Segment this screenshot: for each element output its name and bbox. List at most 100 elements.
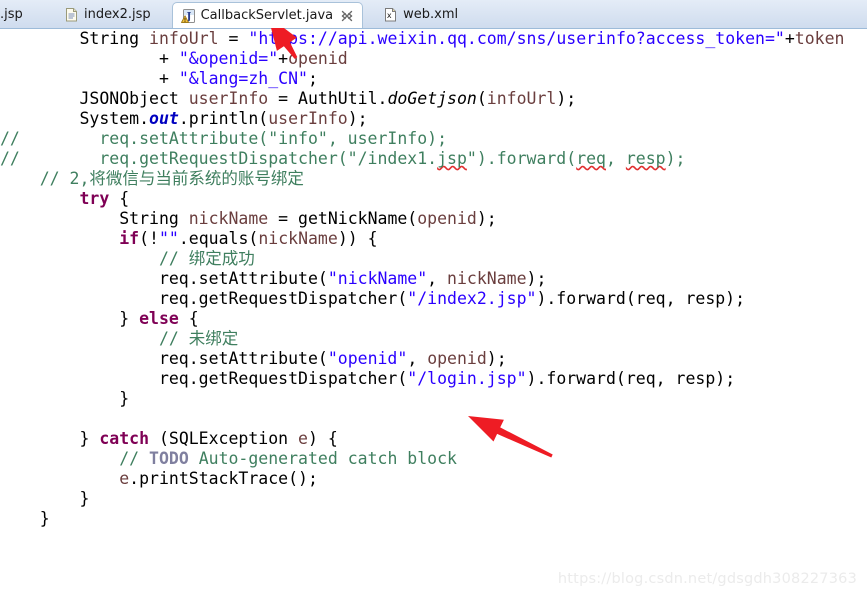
code-token: "https://api.weixin.qq.com/sns/userinfo?…	[248, 29, 785, 48]
code-token: else	[139, 309, 179, 328]
code-token: req	[576, 149, 606, 168]
code-token: //	[0, 449, 150, 468]
code-token: ).forward(req, resp);	[536, 289, 746, 308]
code-token: nickName	[258, 229, 338, 248]
code-token: out	[149, 109, 179, 128]
code-token: }	[0, 489, 90, 508]
code-line[interactable]: String nickName = getNickName(openid);	[0, 209, 844, 229]
code-token: ) {	[307, 429, 338, 448]
code-line[interactable]: // 绑定成功	[0, 249, 844, 269]
code-line[interactable]: req.setAttribute("nickName", nickName);	[0, 269, 844, 289]
code-line[interactable]	[0, 409, 844, 429]
code-token: if	[119, 229, 140, 248]
code-token: }	[0, 389, 130, 408]
code-line[interactable]: String infoUrl = "https://api.weixin.qq.…	[0, 29, 844, 49]
code-token: // 未绑定	[0, 329, 239, 348]
code-token: }	[0, 509, 50, 528]
editor-tab-label: CallbackServlet.java	[200, 8, 334, 23]
code-line[interactable]: }	[0, 489, 844, 509]
java-file-warning-icon: J	[180, 8, 196, 23]
code-line[interactable]: } catch (SQLException e) {	[0, 429, 844, 449]
code-token: TODO	[149, 449, 189, 468]
editor-tab-label: index2.jsp	[84, 7, 151, 22]
code-token: {	[178, 309, 199, 328]
code-token: try	[79, 189, 110, 208]
code-token: .equals(	[178, 229, 259, 248]
code-line[interactable]: }	[0, 389, 844, 409]
code-token: nickName	[188, 209, 269, 228]
code-line[interactable]: try {	[0, 189, 844, 209]
code-line[interactable]: req.getRequestDispatcher("/login.jsp").f…	[0, 369, 844, 389]
code-editor-area[interactable]: String infoUrl = "https://api.weixin.qq.…	[0, 29, 867, 595]
code-token: infoUrl	[486, 89, 557, 108]
editor-tab-index2-jsp[interactable]: index2.jsp	[56, 1, 160, 28]
code-token: resp	[625, 149, 666, 168]
close-icon[interactable]	[341, 10, 353, 22]
code-token: req.setAttribute(	[0, 349, 328, 368]
code-token: jsp	[437, 149, 467, 168]
code-token: = getNickName(	[268, 209, 418, 228]
code-line[interactable]: if(!"".equals(nickName)) {	[0, 229, 844, 249]
code-line[interactable]: + "&openid="+openid	[0, 49, 844, 69]
code-token: (!	[139, 229, 159, 248]
code-token: // 2,将微信与当前系统的账号绑定	[0, 169, 304, 188]
code-line[interactable]: System.out.println(userInfo);	[0, 109, 844, 129]
code-line[interactable]: req.getRequestDispatcher("/index2.jsp").…	[0, 289, 844, 309]
editor-tab-bar: .jsp index2.jsp J CallbackServlet.java x web.…	[0, 0, 867, 29]
code-token: .printStackTrace();	[129, 469, 318, 488]
code-token: (SQLException	[149, 429, 299, 448]
code-line[interactable]: } else {	[0, 309, 844, 329]
code-token: ;	[307, 69, 318, 88]
code-token: );	[556, 89, 577, 108]
code-token: );	[476, 209, 497, 228]
code-token: ).forward(req, resp);	[526, 369, 736, 388]
code-token: // req.getRequestDispatcher("/index1.	[0, 149, 438, 168]
code-token: ,	[427, 269, 448, 288]
code-line[interactable]: // req.setAttribute("info", userInfo);	[0, 129, 844, 149]
code-token: "/index2.jsp"	[407, 289, 537, 308]
code-line[interactable]: // req.getRequestDispatcher("/index1.jsp…	[0, 149, 844, 169]
code-token: "nickName"	[327, 269, 428, 288]
code-line[interactable]: req.setAttribute("openid", openid);	[0, 349, 844, 369]
code-line[interactable]: + "&lang=zh_CN";	[0, 69, 844, 89]
code-token: System.	[0, 109, 150, 128]
code-token: .println(	[178, 109, 269, 128]
code-token: }	[0, 429, 100, 448]
code-token: +	[0, 69, 179, 88]
code-token: }	[0, 309, 140, 328]
code-token: ""	[158, 229, 179, 248]
code-token: );	[665, 149, 686, 168]
code-line[interactable]: // 未绑定	[0, 329, 844, 349]
code-token: "openid"	[327, 349, 408, 368]
code-token: );	[526, 269, 547, 288]
code-token: "&lang=zh_CN"	[178, 69, 308, 88]
code-token: userInfo	[188, 89, 269, 108]
code-token: ,	[407, 349, 428, 368]
code-token: ").forward(	[466, 149, 577, 168]
code-token: e	[119, 469, 130, 488]
code-token: =	[218, 29, 249, 48]
editor-tab-jsp[interactable]: .jsp	[0, 1, 40, 28]
code-line[interactable]: e.printStackTrace();	[0, 469, 844, 489]
editor-tab-callbackservlet-java[interactable]: J CallbackServlet.java	[171, 2, 364, 28]
code-line[interactable]: }	[0, 509, 844, 529]
code-token: catch	[99, 429, 150, 448]
source-code[interactable]: String infoUrl = "https://api.weixin.qq.…	[0, 29, 844, 529]
code-token: infoUrl	[149, 29, 219, 48]
code-token: {	[109, 189, 130, 208]
code-token: userInfo	[268, 109, 348, 128]
code-line[interactable]: // TODO Auto-generated catch block	[0, 449, 844, 469]
xml-file-icon: x	[383, 7, 398, 22]
code-token: "/login.jsp"	[407, 369, 527, 388]
watermark-text: https://blog.csdn.net/gdsgdh308227363	[557, 571, 857, 587]
editor-tab-web-xml[interactable]: x web.xml	[375, 1, 467, 28]
code-token: req.getRequestDispatcher(	[0, 289, 408, 308]
code-line[interactable]: // 2,将微信与当前系统的账号绑定	[0, 169, 844, 189]
code-token: Auto-generated catch block	[188, 449, 457, 468]
code-line[interactable]: JSONObject userInfo = AuthUtil.doGetjson…	[0, 89, 844, 109]
code-token: = AuthUtil.	[268, 89, 388, 108]
